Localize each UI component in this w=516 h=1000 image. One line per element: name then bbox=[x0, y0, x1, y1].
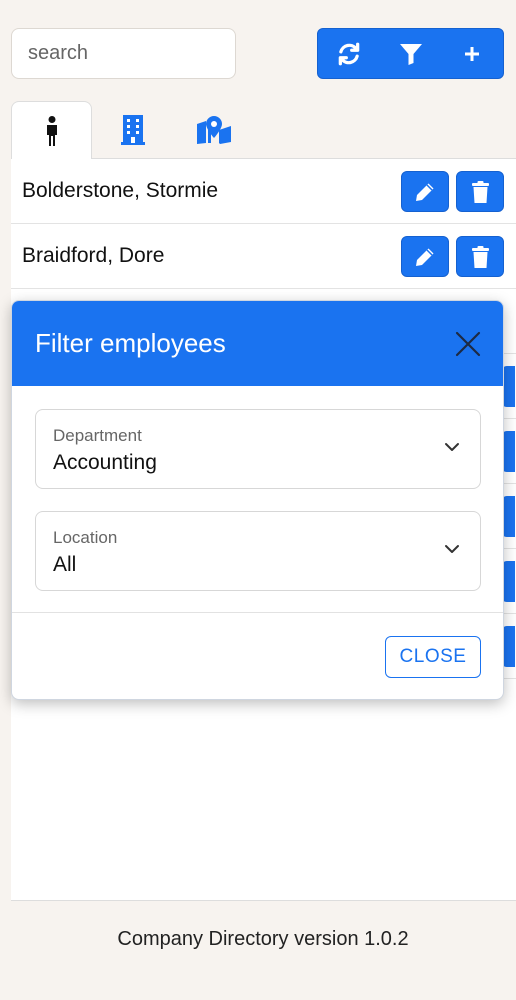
chevron-down-icon bbox=[445, 443, 459, 451]
delete-button[interactable] bbox=[456, 236, 504, 277]
search-input[interactable] bbox=[11, 28, 236, 79]
close-icon[interactable] bbox=[455, 331, 481, 357]
filter-modal: Filter employees Department Accounting L… bbox=[11, 300, 504, 700]
tab-departments[interactable] bbox=[92, 101, 173, 159]
trash-icon bbox=[471, 180, 489, 203]
filter-icon bbox=[399, 43, 422, 65]
map-pin-icon bbox=[196, 116, 231, 144]
person-icon bbox=[46, 116, 57, 146]
toolbar bbox=[317, 28, 504, 79]
tab-employees[interactable] bbox=[11, 101, 92, 160]
pencil-icon bbox=[416, 248, 434, 266]
employee-name: Bolderstone, Stormie bbox=[22, 179, 219, 202]
tab-locations[interactable] bbox=[173, 101, 254, 159]
location-label: Location bbox=[53, 528, 118, 547]
table-row: Bolderstone, Stormie bbox=[11, 159, 516, 224]
edit-button[interactable] bbox=[401, 236, 449, 277]
pencil-icon bbox=[416, 183, 434, 201]
delete-button[interactable] bbox=[456, 171, 504, 212]
edit-button[interactable] bbox=[401, 171, 449, 212]
department-label: Department bbox=[53, 426, 142, 445]
footer-version: Company Directory version 1.0.2 bbox=[117, 928, 409, 950]
department-value: Accounting bbox=[53, 451, 157, 474]
plus-icon bbox=[465, 46, 480, 61]
trash-icon bbox=[471, 245, 489, 268]
tab-bar bbox=[11, 101, 516, 160]
department-select[interactable]: Department Accounting bbox=[35, 409, 481, 489]
list-divider bbox=[11, 900, 516, 901]
table-row: Braidford, Dore bbox=[11, 224, 516, 289]
refresh-icon bbox=[338, 42, 360, 65]
modal-title: Filter employees bbox=[35, 328, 226, 358]
location-value: All bbox=[53, 553, 77, 576]
add-employee-button[interactable] bbox=[441, 29, 503, 78]
close-button[interactable]: CLOSE bbox=[385, 636, 481, 678]
location-select[interactable]: Location All bbox=[35, 511, 481, 591]
modal-header: Filter employees bbox=[12, 301, 503, 386]
chevron-down-icon bbox=[445, 545, 459, 553]
building-icon bbox=[120, 115, 145, 145]
refresh-button[interactable] bbox=[318, 29, 380, 78]
modal-divider bbox=[12, 612, 503, 613]
employee-name: Braidford, Dore bbox=[22, 244, 165, 267]
filter-button[interactable] bbox=[380, 29, 442, 78]
